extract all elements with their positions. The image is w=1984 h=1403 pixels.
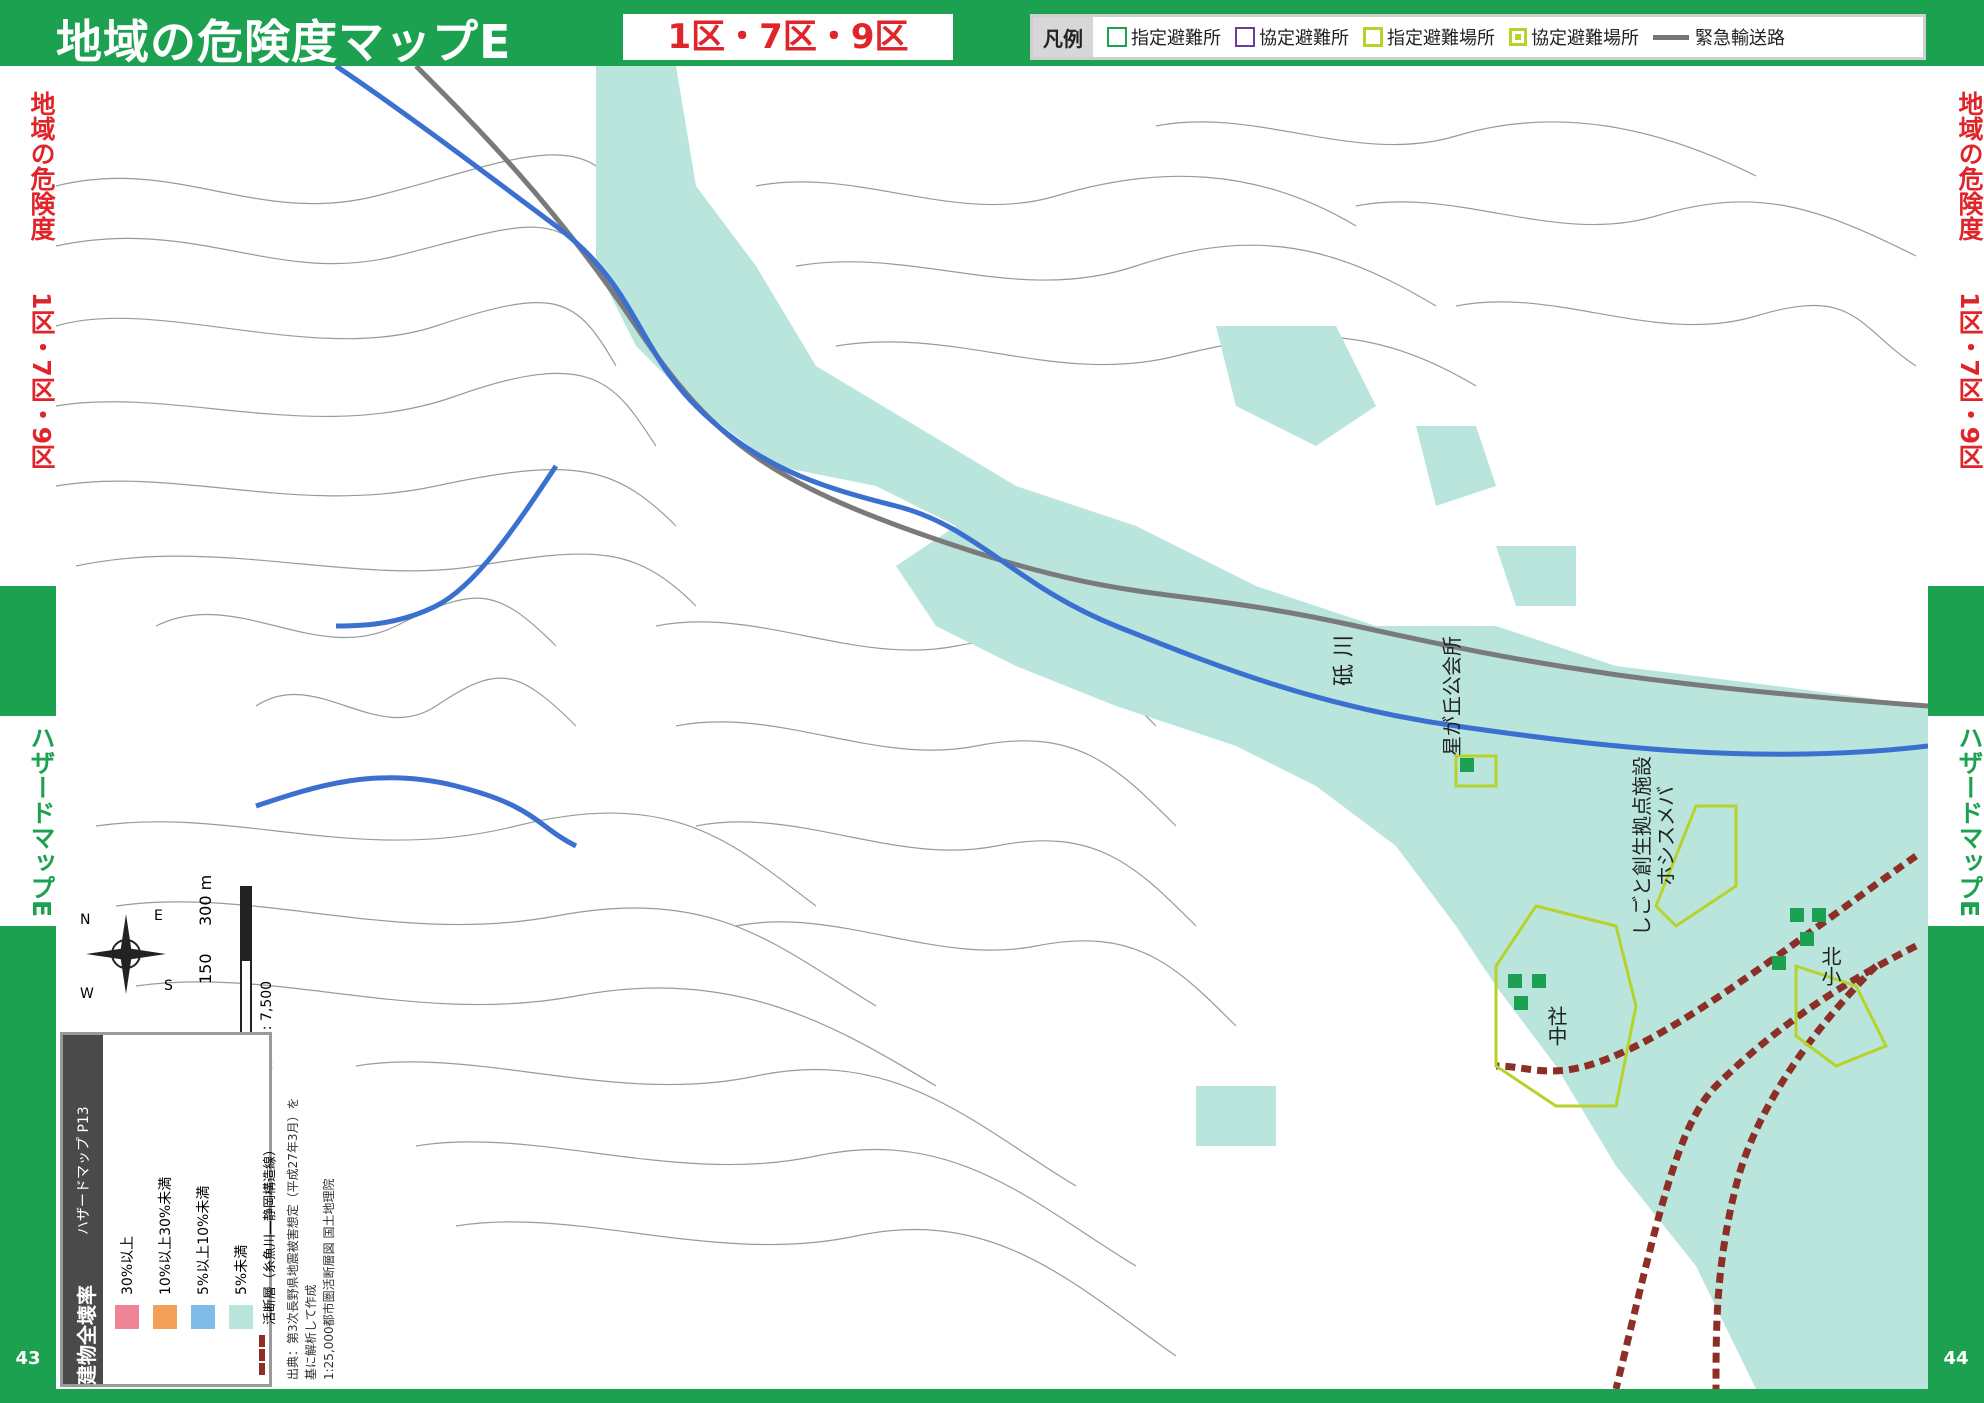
side-hazard-right: ハザードマップE <box>1928 716 1984 926</box>
scale-tick-150: 150 <box>196 953 215 984</box>
evacuation-area-icon <box>1363 27 1383 47</box>
map-legend: 凡例 指定避難所 協定避難所 指定避難場所 協定避難場所 緊急輸送路 <box>1030 14 1926 60</box>
side-title-left: 地域の危険度 <box>27 91 56 241</box>
agreement-area-icon <box>1509 28 1527 46</box>
school-label-1: 社中 <box>1544 1006 1568 1046</box>
level-swatch-2 <box>153 1305 177 1329</box>
route-line-icon <box>1653 34 1689 40</box>
page-number-right: 44 <box>1943 1348 1969 1369</box>
agreement-shelter-icon <box>1235 27 1255 47</box>
side-title-right: 地域の危険度 <box>1955 91 1984 241</box>
side-hazard-left: ハザードマップE <box>0 716 56 926</box>
facility-label-2: ホシスメバ <box>1654 786 1678 886</box>
page-number-left: 43 <box>15 1348 41 1369</box>
compass-w: W <box>80 986 94 1002</box>
shelter-icon <box>1107 27 1127 47</box>
level-label-1: 30%以上 <box>120 1235 136 1295</box>
level-swatch-1 <box>115 1305 139 1329</box>
compass-s: S <box>164 978 173 994</box>
page-title: 地域の危険度マップE <box>56 15 512 69</box>
compass-e: E <box>154 908 163 924</box>
level-label-4: 5%未満 <box>234 1244 250 1295</box>
hall-label: 星が丘公会所 <box>1440 636 1464 756</box>
side-district-right: 1区・7区・9区 <box>1955 292 1984 470</box>
source-note: 出典：第3次長野県地震被害想定（平成27年3月）を 基に解析して作成 1:25,… <box>286 1097 336 1380</box>
footer-bar <box>0 1389 1984 1403</box>
school-label-2: 北小 <box>1818 946 1842 986</box>
compass: N E S W <box>78 906 174 1002</box>
left-margin: 地域の危険度 1区・7区・9区 ハザードマップE 43 <box>0 66 56 1389</box>
hazard-legend-title: 建物全壊率 <box>75 1285 99 1385</box>
fault-symbol <box>259 1335 271 1375</box>
scale-tick-300: 300 m <box>196 874 215 926</box>
legend-heading: 凡例 <box>1033 17 1093 57</box>
level-swatch-4 <box>229 1305 253 1329</box>
fault-label: 活断層（糸魚川―静岡構造線） <box>263 1142 278 1325</box>
hazard-legend: 建物全壊率 ハザードマップ P13 30%以上 10%以上30%未満 5%以上1… <box>60 1032 278 1387</box>
hazard-legend-ref: ハザードマップ P13 <box>76 1106 92 1235</box>
compass-n: N <box>80 912 91 928</box>
legend-item-evacuation-area: 指定避難場所 <box>1363 24 1495 50</box>
district-label: 1区・7区・9区 <box>623 14 953 60</box>
legend-item-shelter: 指定避難所 <box>1107 24 1221 50</box>
level-label-3: 5%以上10%未満 <box>196 1185 212 1295</box>
side-district-left: 1区・7区・9区 <box>27 292 56 470</box>
river-label: 砥 川 <box>1332 635 1357 686</box>
right-margin: 地域の危険度 1区・7区・9区 ハザードマップE 44 <box>1928 66 1984 1389</box>
level-swatch-3 <box>191 1305 215 1329</box>
legend-item-route: 緊急輸送路 <box>1653 24 1785 50</box>
level-label-2: 10%以上30%未満 <box>158 1176 174 1295</box>
legend-item-agreement-shelter: 協定避難所 <box>1235 24 1349 50</box>
legend-item-agreement-area: 協定避難場所 <box>1509 24 1639 50</box>
